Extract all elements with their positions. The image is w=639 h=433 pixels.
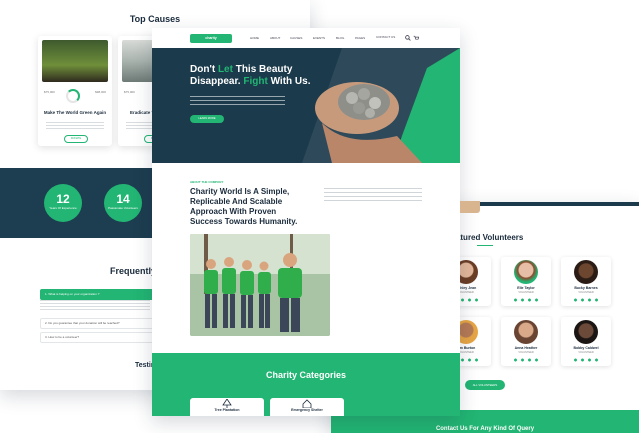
volunteer-role: VOLUNTEER bbox=[578, 351, 594, 354]
cause-image bbox=[42, 40, 108, 82]
tree-icon bbox=[222, 399, 232, 408]
contact-title: Contact Us For Any Kind Of Query bbox=[435, 426, 535, 432]
avatar bbox=[574, 260, 598, 284]
about-description bbox=[324, 188, 422, 202]
home-page-preview: charity HOME ABOUT CAUSES EVENTS BLOG PA… bbox=[152, 28, 460, 416]
cause-card[interactable]: $75,000 $98,000 Make The World Green Aga… bbox=[38, 36, 112, 146]
hero-title-part: Don't bbox=[190, 64, 218, 75]
faq-answer bbox=[40, 300, 150, 312]
volunteer-role: VOLUNTEER bbox=[518, 291, 534, 294]
stat-label: Passionate Volunteers bbox=[108, 206, 138, 210]
volunteer-card[interactable]: Bobby Caldwel VOLUNTEER bbox=[561, 317, 611, 366]
cause-raised: $75,000 bbox=[124, 90, 135, 94]
volunteer-role: VOLUNTEER bbox=[578, 291, 594, 294]
hero-title: Don't Let This Beauty Disappear. Fight W… bbox=[190, 64, 320, 88]
avatar bbox=[574, 320, 598, 344]
volunteer-name: Anna Heather bbox=[514, 346, 538, 350]
group-photo-image bbox=[190, 234, 330, 336]
category-label: Emergency Shelter bbox=[291, 408, 323, 412]
hero-title-highlight: Let bbox=[217, 64, 233, 75]
categories-title: Charity Categories bbox=[265, 370, 347, 380]
volunteer-role: VOLUNTEER bbox=[518, 351, 534, 354]
volunteer-name: Elle Taylor bbox=[517, 286, 535, 290]
social-icons[interactable] bbox=[512, 298, 540, 302]
nav-home[interactable]: HOME bbox=[250, 36, 259, 40]
about-label: ABOUT THE COMPANY bbox=[190, 180, 224, 184]
shelter-icon bbox=[302, 399, 312, 408]
avatar bbox=[514, 320, 538, 344]
volunteers-photo bbox=[190, 234, 330, 336]
site-logo[interactable]: charity bbox=[190, 34, 232, 43]
category-card[interactable]: Tree Plantation bbox=[190, 398, 264, 416]
nav-contact[interactable]: CONTACT US bbox=[376, 35, 395, 39]
volunteer-name: Bobby Caldwel bbox=[573, 346, 599, 350]
faq-item[interactable]: 1. What is helping on your organization … bbox=[40, 289, 156, 300]
hero-title-part: With Us. bbox=[267, 76, 311, 87]
cause-raised: $75,000 bbox=[44, 90, 55, 94]
nav-pages[interactable]: PAGES bbox=[355, 36, 365, 40]
donate-button[interactable]: DONATE bbox=[64, 135, 88, 143]
progress-ring bbox=[66, 89, 80, 103]
stat-label: Years Of Experience bbox=[49, 206, 77, 210]
nav-blog[interactable]: BLOG bbox=[336, 36, 344, 40]
hero-banner: Don't Let This Beauty Disappear. Fight W… bbox=[152, 48, 460, 163]
navbar: charity HOME ABOUT CAUSES EVENTS BLOG PA… bbox=[152, 28, 460, 48]
stat-circle: 14 Passionate Volunteers bbox=[104, 184, 142, 222]
volunteer-card[interactable]: Anna Heather VOLUNTEER bbox=[501, 317, 551, 366]
volunteer-card[interactable]: Bucky Barnes VOLUNTEER bbox=[561, 257, 611, 306]
causes-title: Top Causes bbox=[129, 14, 181, 24]
about-title: Charity World Is A Simple, Replicable An… bbox=[190, 187, 298, 226]
social-icons[interactable] bbox=[572, 358, 600, 362]
cause-description bbox=[46, 122, 104, 130]
cause-goal: $98,000 bbox=[95, 90, 106, 94]
cart-icon[interactable] bbox=[413, 35, 419, 41]
social-icons[interactable] bbox=[512, 358, 540, 362]
faq-item[interactable]: 2. Do you guarantee that your donation w… bbox=[40, 318, 156, 329]
hero-title-highlight: Fight bbox=[243, 76, 268, 87]
learn-more-button[interactable]: LEARN MORE bbox=[190, 115, 224, 123]
all-volunteers-button[interactable]: ALL VOLUNTEERS bbox=[465, 380, 505, 390]
nav-events[interactable]: EVENTS bbox=[313, 36, 325, 40]
hero-image bbox=[302, 48, 460, 163]
about-side-image bbox=[460, 201, 480, 213]
category-label: Tree Plantation bbox=[214, 408, 240, 412]
nav-about[interactable]: ABOUT bbox=[270, 36, 280, 40]
stat-number: 14 bbox=[116, 192, 130, 206]
stat-number: 12 bbox=[56, 192, 70, 206]
search-icon[interactable] bbox=[405, 35, 411, 41]
volunteer-name: Bucky Barnes bbox=[574, 286, 598, 290]
category-card[interactable]: Emergency Shelter bbox=[270, 398, 344, 416]
nav-causes[interactable]: CAUSES bbox=[290, 36, 302, 40]
cause-name: Make The World Green Again bbox=[43, 110, 107, 115]
hero-description bbox=[190, 96, 285, 108]
stat-circle: 12 Years Of Experience bbox=[44, 184, 82, 222]
title-underline bbox=[477, 245, 493, 248]
volunteer-card[interactable]: Elle Taylor VOLUNTEER bbox=[501, 257, 551, 306]
faq-item[interactable]: 3. How to be a volunteer? bbox=[40, 332, 156, 343]
social-icons[interactable] bbox=[572, 298, 600, 302]
avatar bbox=[514, 260, 538, 284]
